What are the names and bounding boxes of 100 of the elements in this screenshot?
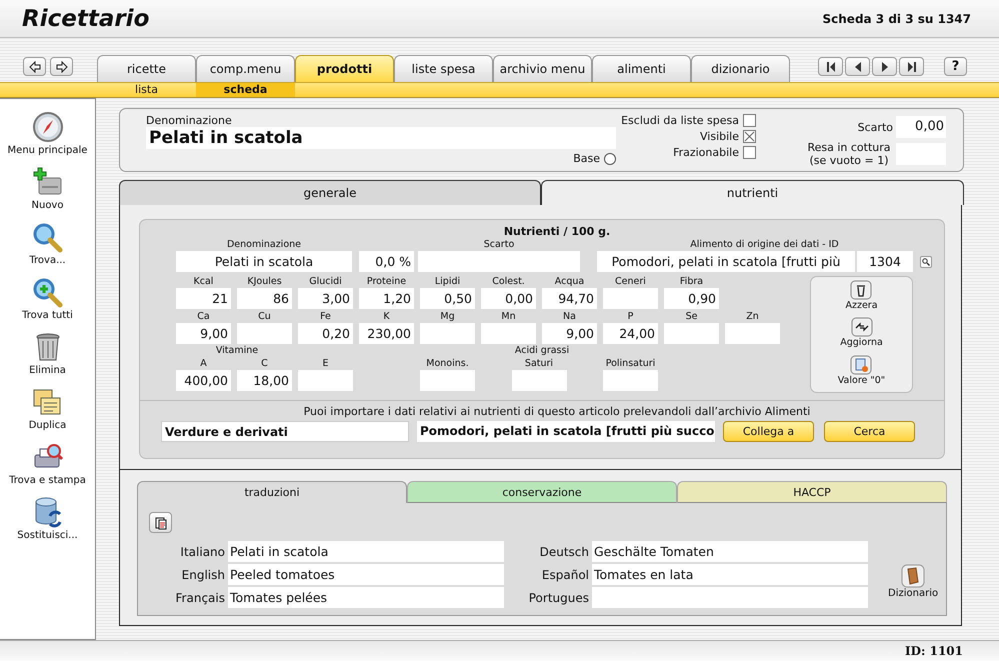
sidebar-item[interactable]: Nuovo [32, 166, 64, 216]
sidebar-item[interactable]: Trova tutti [22, 276, 73, 326]
field-label: Lipidi [434, 275, 460, 288]
action-button[interactable]: Valore "0" [838, 354, 886, 392]
nav-tab[interactable]: ricette [97, 55, 196, 82]
sidebar-item[interactable]: Duplica [28, 386, 66, 436]
sidebar-item[interactable]: Menu principale [8, 111, 88, 161]
detail-tab[interactable]: generale [119, 180, 541, 205]
food-field[interactable]: Pomodori, pelati in scatola [frutti più succo [417, 421, 715, 442]
field-label: Proteine [366, 275, 406, 288]
nutrient-field[interactable] [664, 323, 719, 344]
nutrient-field[interactable] [725, 323, 780, 344]
translation-field[interactable]: Tomates pelées [228, 587, 504, 608]
sub-tab[interactable]: scheda [196, 83, 295, 97]
name-field[interactable]: Pelati in scatola [176, 251, 352, 272]
nutrient-field[interactable]: 0,50 [420, 288, 475, 309]
name-field[interactable]: Pelati in scatola [146, 127, 616, 149]
nutrient-field[interactable]: 0,20 [298, 323, 353, 344]
nav-tab[interactable]: alimenti [592, 55, 691, 82]
section-tab[interactable]: conservazione [407, 481, 677, 503]
nutrient-field[interactable]: 94,70 [542, 288, 597, 309]
sidebar-item[interactable]: Trova... [29, 221, 66, 271]
sidebar-item[interactable]: Sostituisci... [17, 496, 78, 546]
nav-tab[interactable]: comp.menu [196, 55, 295, 82]
field-label: Se [686, 310, 698, 323]
checkbox[interactable] [743, 130, 756, 143]
import-button[interactable]: Collega a [723, 421, 814, 442]
source-id-field[interactable]: 1304 [857, 251, 913, 272]
scarto-field[interactable] [418, 251, 580, 272]
nutrient-field[interactable]: 18,00 [237, 370, 292, 391]
nutrient-field[interactable]: 24,00 [603, 323, 658, 344]
language-label: Español [540, 568, 589, 582]
section-tab[interactable]: traduzioni [137, 481, 407, 503]
previous-record-button[interactable] [845, 57, 870, 76]
nutrient-field[interactable]: 1,20 [359, 288, 414, 309]
field-label: Denominazione [226, 238, 302, 251]
swap-arrows-icon [850, 317, 872, 338]
field-label: Ca [197, 310, 210, 323]
nutrient-field[interactable]: 230,00 [359, 323, 414, 344]
record-id: ID: 1101 [904, 644, 963, 658]
checkbox-label: Frazionabile [673, 146, 739, 159]
category-field[interactable]: Verdure e derivati [161, 421, 409, 442]
scarto-field[interactable]: 0,00 [896, 116, 946, 138]
nutrient-field[interactable] [420, 370, 475, 391]
nutrient-field[interactable] [481, 323, 536, 344]
percent-field[interactable]: 0,0 % [359, 251, 414, 272]
search-icon [31, 221, 64, 253]
nav-tab[interactable]: dizionario [691, 55, 790, 82]
nutrient-field[interactable]: 3,00 [298, 288, 353, 309]
nutrient-field[interactable]: 0,00 [481, 288, 536, 309]
nutrient-field[interactable] [512, 370, 566, 391]
checkbox[interactable] [743, 114, 756, 127]
import-button[interactable]: Cerca [824, 421, 915, 442]
clipboard-icon [154, 516, 166, 530]
nutrient-field[interactable]: 21 [176, 288, 231, 309]
forward-button[interactable] [50, 57, 73, 76]
section-tab[interactable]: HACCP [677, 481, 947, 503]
first-icon [826, 60, 836, 72]
search-button[interactable] [920, 256, 932, 268]
left-triangle-icon [852, 60, 862, 72]
dictionary-button[interactable]: Dizionario [888, 564, 938, 599]
last-record-button[interactable] [899, 57, 924, 76]
next-record-button[interactable] [872, 57, 897, 76]
help-button[interactable]: ? [944, 57, 967, 76]
checkbox[interactable] [743, 146, 756, 159]
translation-field[interactable]: Geschälte Tomaten [592, 541, 868, 562]
nutrient-field[interactable] [298, 370, 353, 391]
nav-tab[interactable]: liste spesa [394, 55, 493, 82]
sidebar-item[interactable]: Trova e stampa [9, 441, 86, 491]
nutrient-field[interactable]: 9,00 [542, 323, 597, 344]
action-button[interactable]: Aggiorna [840, 317, 883, 355]
nutrient-field[interactable]: 86 [237, 288, 292, 309]
nutrient-field[interactable] [237, 323, 292, 344]
translation-field[interactable]: Pelati in scatola [228, 541, 504, 562]
translation-field[interactable]: Peeled tomatoes [228, 564, 504, 585]
field-label: Acqua [554, 275, 584, 288]
translation-field[interactable] [592, 587, 868, 608]
source-food-field[interactable]: Pomodori, pelati in scatola [frutti più [597, 251, 855, 272]
nutrient-field[interactable]: 400,00 [176, 370, 231, 391]
nutrient-field[interactable]: 9,00 [176, 323, 231, 344]
nutrient-field[interactable] [603, 288, 658, 309]
back-button[interactable] [23, 57, 46, 76]
detail-tab[interactable]: nutrienti [541, 180, 964, 205]
sub-tab[interactable]: lista [97, 83, 196, 97]
field-label: Polinsaturi [606, 357, 656, 370]
base-radio[interactable] [604, 152, 616, 164]
field-label: Glucidi [309, 275, 342, 288]
nav-tab[interactable]: archivio menu [493, 55, 592, 82]
nav-tab[interactable]: prodotti [295, 55, 394, 82]
nutrient-field[interactable] [420, 323, 475, 344]
copy-button[interactable] [149, 512, 172, 533]
translation-field[interactable]: Tomates en lata [592, 564, 868, 585]
compass-icon [32, 111, 64, 143]
field-label: Mg [440, 310, 455, 323]
sidebar-item[interactable]: Elimina [29, 331, 66, 381]
nutrient-field[interactable]: 0,90 [664, 288, 719, 309]
field-label: Kcal [194, 275, 214, 288]
first-record-button[interactable] [818, 57, 843, 76]
nutrient-field[interactable] [603, 370, 658, 391]
action-button[interactable]: Azzera [845, 280, 878, 318]
